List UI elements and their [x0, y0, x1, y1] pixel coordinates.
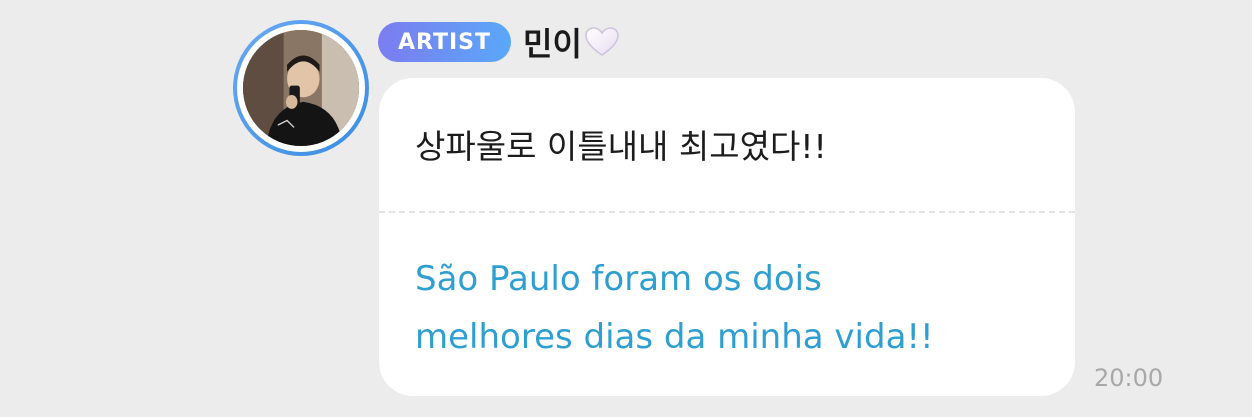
message-text: 상파울로 이틀내내 최고였다!!	[415, 127, 827, 166]
artist-badge: ARTIST	[378, 22, 512, 62]
author-name: 민이	[523, 25, 582, 63]
avatar[interactable]	[233, 20, 369, 156]
author-name-group[interactable]: 민이	[523, 19, 620, 65]
translation-line: São Paulo foram os dois	[415, 259, 822, 299]
translation-line: melhores dias da minha vida!!	[415, 317, 934, 357]
translation-divider	[379, 211, 1075, 213]
avatar-photo	[243, 30, 359, 146]
avatar-image	[243, 30, 359, 146]
avatar-frame	[237, 24, 365, 152]
message-bubble[interactable]: 상파울로 이틀내내 최고였다!! São Paulo foram os dois…	[379, 78, 1075, 396]
white-heart-icon	[584, 26, 620, 58]
message-timestamp: 20:00	[1094, 364, 1164, 392]
translated-message: São Paulo foram os dois melhores dias da…	[415, 250, 1035, 366]
message-header: ARTIST 민이	[378, 20, 620, 64]
